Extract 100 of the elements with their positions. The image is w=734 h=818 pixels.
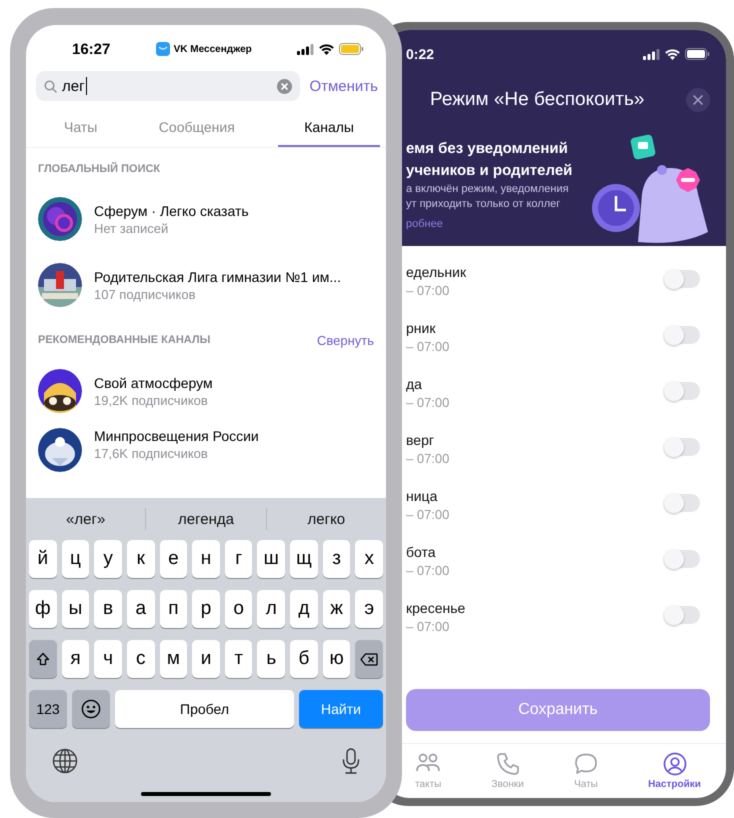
keyboard-key[interactable]: с [126,640,155,678]
keyboard-key[interactable]: п [160,590,188,628]
app-icon [156,42,170,56]
signal-icon [296,44,314,54]
chat-bubble-icon[interactable] [574,752,598,776]
banner-text-line: а включён режим, уведомления [406,182,569,197]
keyboard-key[interactable]: у [94,540,122,578]
keyboard-key[interactable]: д [290,590,318,628]
section-title: ГЛОБАЛЬНЫЙ ПОИСК [38,163,160,175]
emoji-icon [81,699,101,719]
cancel-button[interactable]: Отменить [309,78,378,94]
time-range: – 07:00 [406,394,450,412]
battery-icon [338,43,364,55]
backspace-icon [360,652,378,666]
day-label: кресенье [406,599,466,618]
day-label: верг [406,431,434,450]
channel-subtitle: 19,2K подписчиков [94,392,209,408]
toggle-switch[interactable] [664,382,700,400]
keyboard-key[interactable]: ь [257,640,286,678]
toggle-switch[interactable] [664,270,700,288]
channel-name: Свой атмосферум [94,374,213,390]
channel-item[interactable]: Минпросвещения России 17,6K подписчиков [38,424,374,484]
keyboard-key[interactable]: э [355,590,384,628]
keyboard-key[interactable]: е [160,540,188,578]
more-link[interactable]: робнее [406,218,443,230]
profile-icon[interactable] [662,752,687,776]
keyboard-key[interactable]: ч [94,640,122,678]
keyboard-key[interactable]: к [126,540,155,578]
keyboard-key[interactable]: ы [62,590,90,628]
suggestion[interactable]: «лег» [26,510,146,528]
globe-icon[interactable] [52,748,78,774]
microphone-icon[interactable] [342,748,360,774]
suggestion[interactable]: легенда [146,510,266,528]
wifi-icon [665,48,680,60]
toggle-switch[interactable] [664,438,700,456]
day-label: бота [406,543,436,562]
time-range: – 07:00 [406,450,450,468]
keyboard-key[interactable]: в [94,590,122,628]
channel-subtitle: 107 подписчиков [94,286,197,302]
keyboard-key[interactable]: а [126,590,155,628]
keyboard-key[interactable]: б [290,640,318,678]
channel-item[interactable]: Сферум · Легко сказать Нет записей [38,186,374,252]
keyboard-key[interactable]: й [29,540,57,578]
phone-icon[interactable] [496,752,520,776]
keyboard-key[interactable]: щ [290,540,318,578]
day-label: едельник [406,263,466,282]
numbers-key[interactable]: 123 [29,690,67,728]
day-label: ница [406,487,438,506]
toggle-switch[interactable] [664,550,700,568]
delete-key[interactable] [355,640,384,678]
search-icon [44,80,57,92]
time-range: – 07:00 [406,506,450,524]
keyboard-key[interactable]: ц [62,540,90,578]
clear-icon[interactable] [277,78,292,94]
channel-item[interactable]: Родительская Лига гимназии №1 им... 107 подписчиков [38,252,374,318]
time-range: – 07:00 [406,282,450,300]
keyboard-key[interactable]: н [192,540,220,578]
tab[interactable]: Каналы [278,113,380,147]
day-label: да [406,375,422,394]
time-range: – 07:00 [406,618,450,636]
channel-name: Родительская Лига гимназии №1 им... [94,268,342,284]
keyboard-key[interactable]: и [192,640,220,678]
shift-icon [36,652,50,666]
keyboard-key[interactable]: ш [257,540,286,578]
search-field[interactable]: лег [36,71,300,101]
day-label: рник [406,319,436,338]
toggle-switch[interactable] [664,606,700,624]
status-time: 0:22 [406,46,434,62]
signal-icon [643,48,660,60]
search-key[interactable]: Найти [299,690,383,728]
keyboard-key[interactable]: г [224,540,252,578]
toggle-switch[interactable] [664,326,700,344]
suggestion[interactable]: легко [266,510,386,528]
keyboard-key[interactable]: о [224,590,252,628]
channel-name: Минпросвещения России [94,428,259,444]
channel-item[interactable]: Свой атмосферум 19,2K подписчиков [38,358,374,424]
keyboard-key[interactable]: т [224,640,252,678]
close-button[interactable] [686,88,710,112]
emoji-key[interactable] [72,690,110,728]
nav-tab[interactable]: Настройки [648,779,701,790]
screen-title: Режим «Не беспокоить» [430,89,644,111]
keyboard-key[interactable]: ж [322,590,350,628]
keyboard-key[interactable]: я [62,640,90,678]
keyboard-key[interactable]: м [160,640,188,678]
banner-heading: емя без уведомлений [406,139,568,159]
keyboard-key[interactable]: л [257,590,286,628]
banner-text-line: ут приходить только от коллег [406,197,560,212]
time-range: – 07:00 [406,338,450,356]
keyboard-key[interactable]: х [355,540,384,578]
keyboard-key[interactable]: з [322,540,350,578]
app-name: VK Мессенджер [174,44,252,54]
close-icon [693,95,703,105]
toggle-switch[interactable] [664,494,700,512]
keyboard-key[interactable]: ю [322,640,350,678]
status-time: 16:27 [72,40,110,58]
keyboard-key[interactable]: ф [29,590,57,628]
shift-key[interactable] [29,640,57,678]
space-key[interactable]: Пробел [115,690,294,728]
collapse-link[interactable]: Свернуть [316,332,374,348]
keyboard-key[interactable]: р [192,590,220,628]
